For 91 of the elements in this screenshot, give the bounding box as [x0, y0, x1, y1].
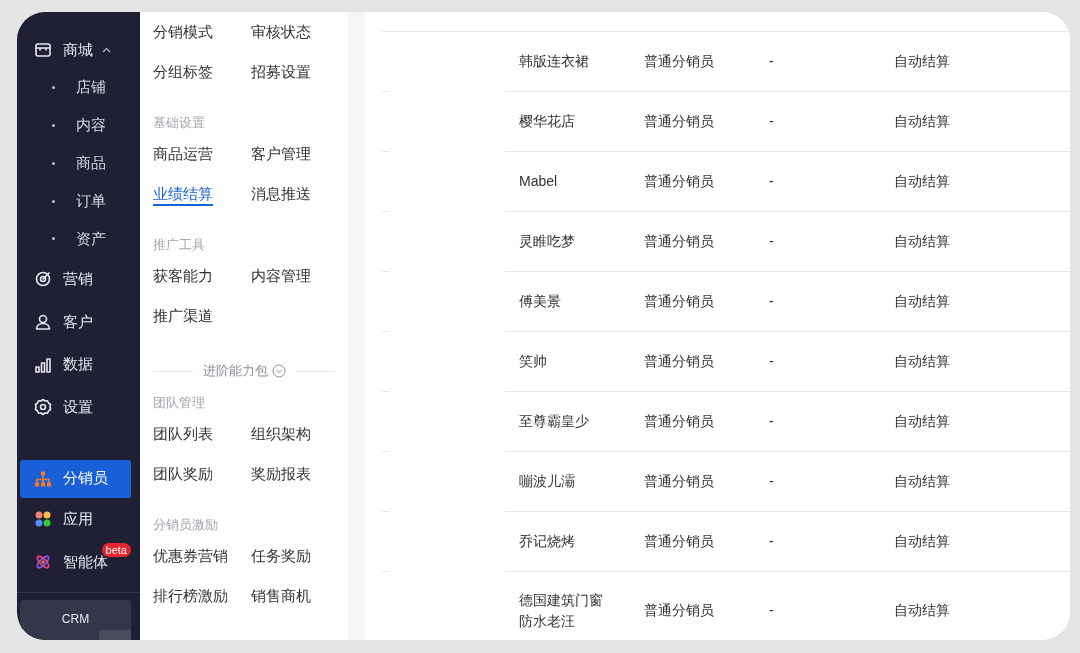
settings-icon: [34, 398, 52, 417]
table-cell-text: 自动结算: [894, 352, 950, 371]
table-cell-text: 自动结算: [894, 601, 950, 620]
menu-link[interactable]: 业绩结算: [153, 184, 213, 206]
store-icon: [34, 40, 52, 59]
sidebar-subitem[interactable]: 店铺: [17, 68, 140, 107]
table-cell-text: 自动结算: [894, 292, 950, 311]
sidebar-subitem[interactable]: 商品: [17, 144, 140, 183]
table-cell-text: -: [769, 412, 774, 431]
sidebar-item[interactable]: 营销: [20, 257, 131, 301]
bullet-icon: [52, 161, 55, 165]
table-cell-text: 韩版连衣裙: [519, 52, 589, 71]
table-cell-text: 普通分销员: [644, 292, 714, 311]
apps-icon: [34, 510, 52, 528]
bullet-icon: [52, 237, 55, 241]
menu-link[interactable]: 内容管理: [251, 266, 311, 288]
sidebar-item[interactable]: 设置: [20, 386, 131, 429]
sidebar-item[interactable]: 应用: [20, 497, 131, 541]
table-cell-text: 傅美景: [519, 292, 561, 311]
table-cell-text: Mabel: [519, 172, 558, 191]
table-cell-text: 灵睢吃梦: [519, 232, 575, 251]
table-cell-text: -: [769, 52, 774, 71]
table-cell-text: 普通分销员: [644, 532, 714, 551]
menu-link[interactable]: 任务奖励: [251, 546, 311, 568]
menu-link[interactable]: 团队奖励: [153, 464, 213, 486]
menu-link[interactable]: 消息推送: [251, 184, 311, 206]
atom-icon: [34, 552, 52, 571]
sidebar-item[interactable]: 客户: [20, 300, 131, 344]
menu-link[interactable]: 审核状态: [251, 22, 311, 44]
table-cell-text: -: [769, 172, 774, 191]
org-chart-icon: [34, 469, 52, 488]
table-cell-text: -: [769, 601, 774, 620]
bullet-icon: [52, 86, 55, 90]
table-cell-text: 普通分销员: [644, 172, 714, 191]
table-cell-text: 普通分销员: [644, 52, 714, 71]
sidebar-item[interactable]: 分销员: [20, 459, 131, 498]
table-cell-text: 普通分销员: [644, 112, 714, 131]
table-cell-text: 普通分销员: [644, 601, 714, 620]
table-cell-text: 樱华花店: [519, 112, 575, 131]
sidebar-subitem[interactable]: 订单: [17, 182, 140, 220]
table-cell-text: 自动结算: [894, 532, 950, 551]
sidebar-item[interactable]: 商城: [20, 31, 131, 69]
table-cell-text: 自动结算: [894, 232, 950, 251]
chevron-down-icon[interactable]: [271, 364, 286, 378]
menu-link[interactable]: 客户管理: [251, 144, 311, 166]
bar-chart-icon: [34, 355, 52, 374]
menu-link[interactable]: 分销模式: [153, 22, 213, 44]
table-cell-text: 德国建筑门窗防水老汪: [519, 590, 604, 631]
menu-link[interactable]: 排行榜激励: [153, 586, 228, 608]
table-cell-text: -: [769, 352, 774, 371]
table-cell-text: 自动结算: [894, 412, 950, 431]
bullet-icon: [52, 199, 55, 203]
menu-link[interactable]: 组织架构: [251, 424, 311, 446]
section-title: 基础设置: [153, 114, 206, 133]
menu-link[interactable]: 分组标签: [153, 62, 213, 84]
table-cell-text: 至尊霸皇少: [519, 412, 589, 431]
table-cell-text: 普通分销员: [644, 412, 714, 431]
section-title: 分销员激励: [153, 516, 219, 535]
menu-link[interactable]: 团队列表: [153, 424, 213, 446]
crm-card[interactable]: CRM: [20, 600, 131, 640]
chip-icon: [99, 630, 131, 640]
menu-link[interactable]: 招募设置: [251, 62, 311, 84]
table-cell-text: -: [769, 292, 774, 311]
target-icon: [34, 270, 52, 289]
table-cell-text: -: [769, 232, 774, 251]
menu-link[interactable]: 推广渠道: [153, 306, 213, 328]
sidebar-item[interactable]: 数据: [20, 343, 131, 387]
sidebar-subitem[interactable]: 资产: [17, 220, 140, 258]
table-cell-text: 笑帅: [519, 352, 547, 371]
table-cell-text: -: [769, 472, 774, 491]
person-icon: [34, 312, 52, 331]
menu-link[interactable]: 奖励报表: [251, 464, 311, 486]
table-cell-text: 自动结算: [894, 472, 950, 491]
section-title: 团队管理: [153, 394, 206, 413]
table-cell-text: 普通分销员: [644, 232, 714, 251]
menu-link[interactable]: 优惠券营销: [153, 546, 228, 568]
menu-link[interactable]: 销售商机: [251, 586, 311, 608]
section-title: 推广工具: [153, 236, 206, 255]
table-cell-text: 自动结算: [894, 172, 950, 191]
sidebar-subitem[interactable]: 内容: [17, 106, 140, 145]
bullet-icon: [52, 124, 55, 127]
table-cell-text: 普通分销员: [644, 472, 714, 491]
table-cell-text: -: [769, 532, 774, 551]
table-cell-text: -: [769, 112, 774, 131]
table-cell-text: 自动结算: [894, 52, 950, 71]
table-cell-text: 乔记烧烤: [519, 532, 575, 551]
table-cell-text: 自动结算: [894, 112, 950, 131]
table-cell-text: 嘣波儿灞: [519, 472, 575, 491]
menu-link[interactable]: 商品运营: [153, 144, 213, 166]
table-cell-text: 普通分销员: [644, 352, 714, 371]
menu-link[interactable]: 获客能力: [153, 266, 213, 288]
